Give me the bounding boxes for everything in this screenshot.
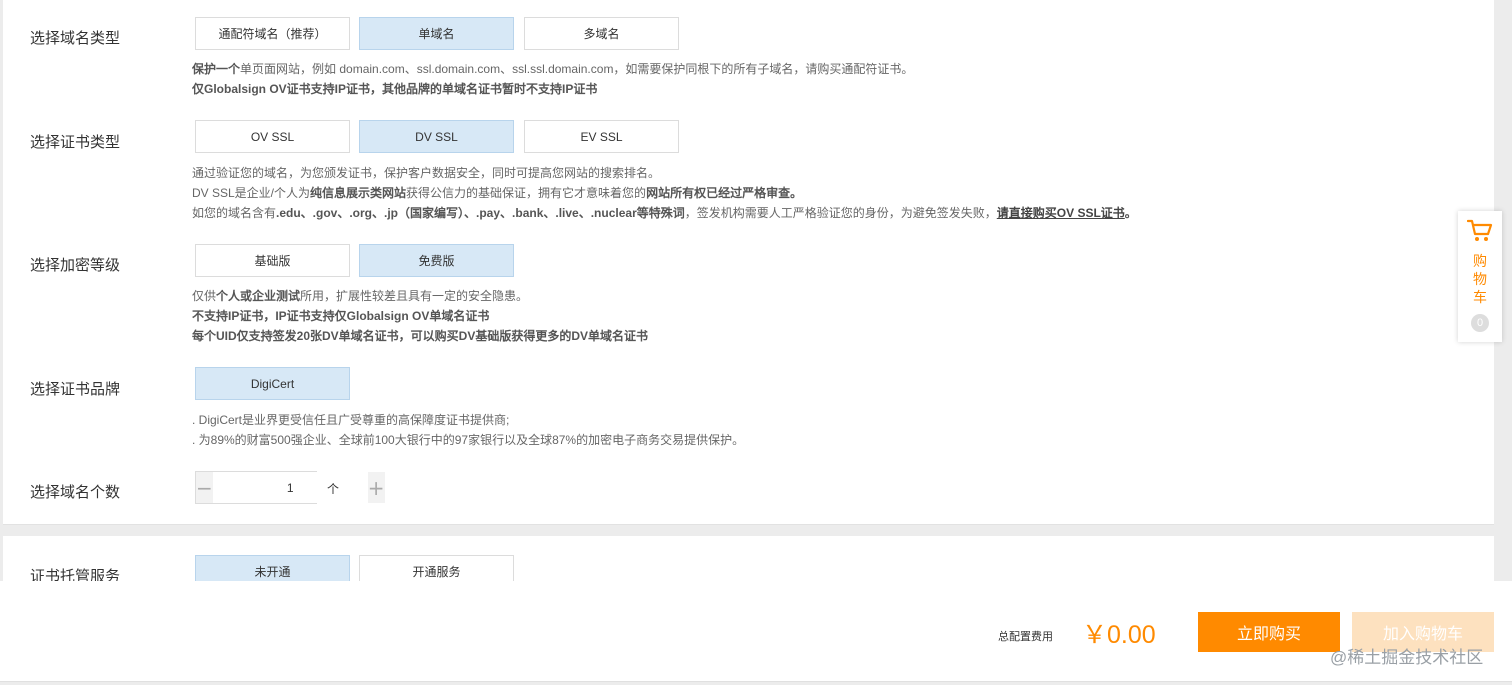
cart-icon [1466, 219, 1493, 248]
encrypt-level-label: 选择加密等级 [30, 257, 121, 274]
total-cost-label: 总配置费用 [998, 631, 1053, 643]
domain-type-description: 保护一个单页面网站，例如 domain.com、ssl.domain.com、s… [192, 62, 914, 96]
brand-digicert-option[interactable]: DigiCert [195, 367, 350, 400]
cart-count-badge: 0 [1471, 314, 1489, 332]
buy-ov-ssl-link[interactable]: 请直接购买OV SSL证书 [997, 206, 1125, 220]
encrypt-level-basic-option[interactable]: 基础版 [195, 244, 350, 277]
domain-type-single-option[interactable]: 单域名 [359, 17, 514, 50]
domain-count-stepper: − + [195, 471, 385, 504]
brand-description: . DigiCert是业界更受信任且广受尊重的高保障度证书提供商; . 为89%… [192, 413, 745, 447]
buy-now-button[interactable]: 立即购买 [1198, 612, 1340, 652]
cert-type-label: 选择证书类型 [30, 134, 121, 151]
domain-type-multi-option[interactable]: 多域名 [524, 17, 679, 50]
watermark: @稀土掘金技术社区 [1330, 648, 1484, 667]
domain-type-label: 选择域名类型 [30, 30, 121, 47]
domain-type-wildcard-option[interactable]: 通配符域名（推荐） [195, 17, 350, 50]
floating-cart[interactable]: 购物车 0 [1458, 211, 1502, 342]
minus-button[interactable]: − [196, 472, 213, 503]
encrypt-level-free-option[interactable]: 免费版 [359, 244, 514, 277]
brand-label: 选择证书品牌 [30, 381, 121, 398]
cert-type-dv-option[interactable]: DV SSL [359, 120, 514, 153]
encrypt-level-description: 仅供个人或企业测试所用，扩展性较差且具有一定的安全隐患。 不支持IP证书，IP证… [192, 289, 649, 343]
domain-count-input[interactable] [212, 472, 368, 503]
domain-count-label: 选择域名个数 [30, 484, 121, 501]
plus-button[interactable]: + [367, 472, 385, 503]
floating-cart-label: 购物车 [1473, 253, 1487, 305]
cert-type-ev-option[interactable]: EV SSL [524, 120, 679, 153]
domain-count-unit: 个 [327, 482, 340, 496]
cert-type-description: 通过验证您的域名，为您颁发证书，保护客户数据安全，同时可提高您网站的搜索排名。 … [192, 166, 1137, 220]
cert-type-ov-option[interactable]: OV SSL [195, 120, 350, 153]
total-price: ￥0.00 [1082, 621, 1156, 649]
checkout-bar: 总配置费用 ￥0.00 立即购买 加入购物车 @稀土掘金技术社区 [0, 581, 1512, 682]
